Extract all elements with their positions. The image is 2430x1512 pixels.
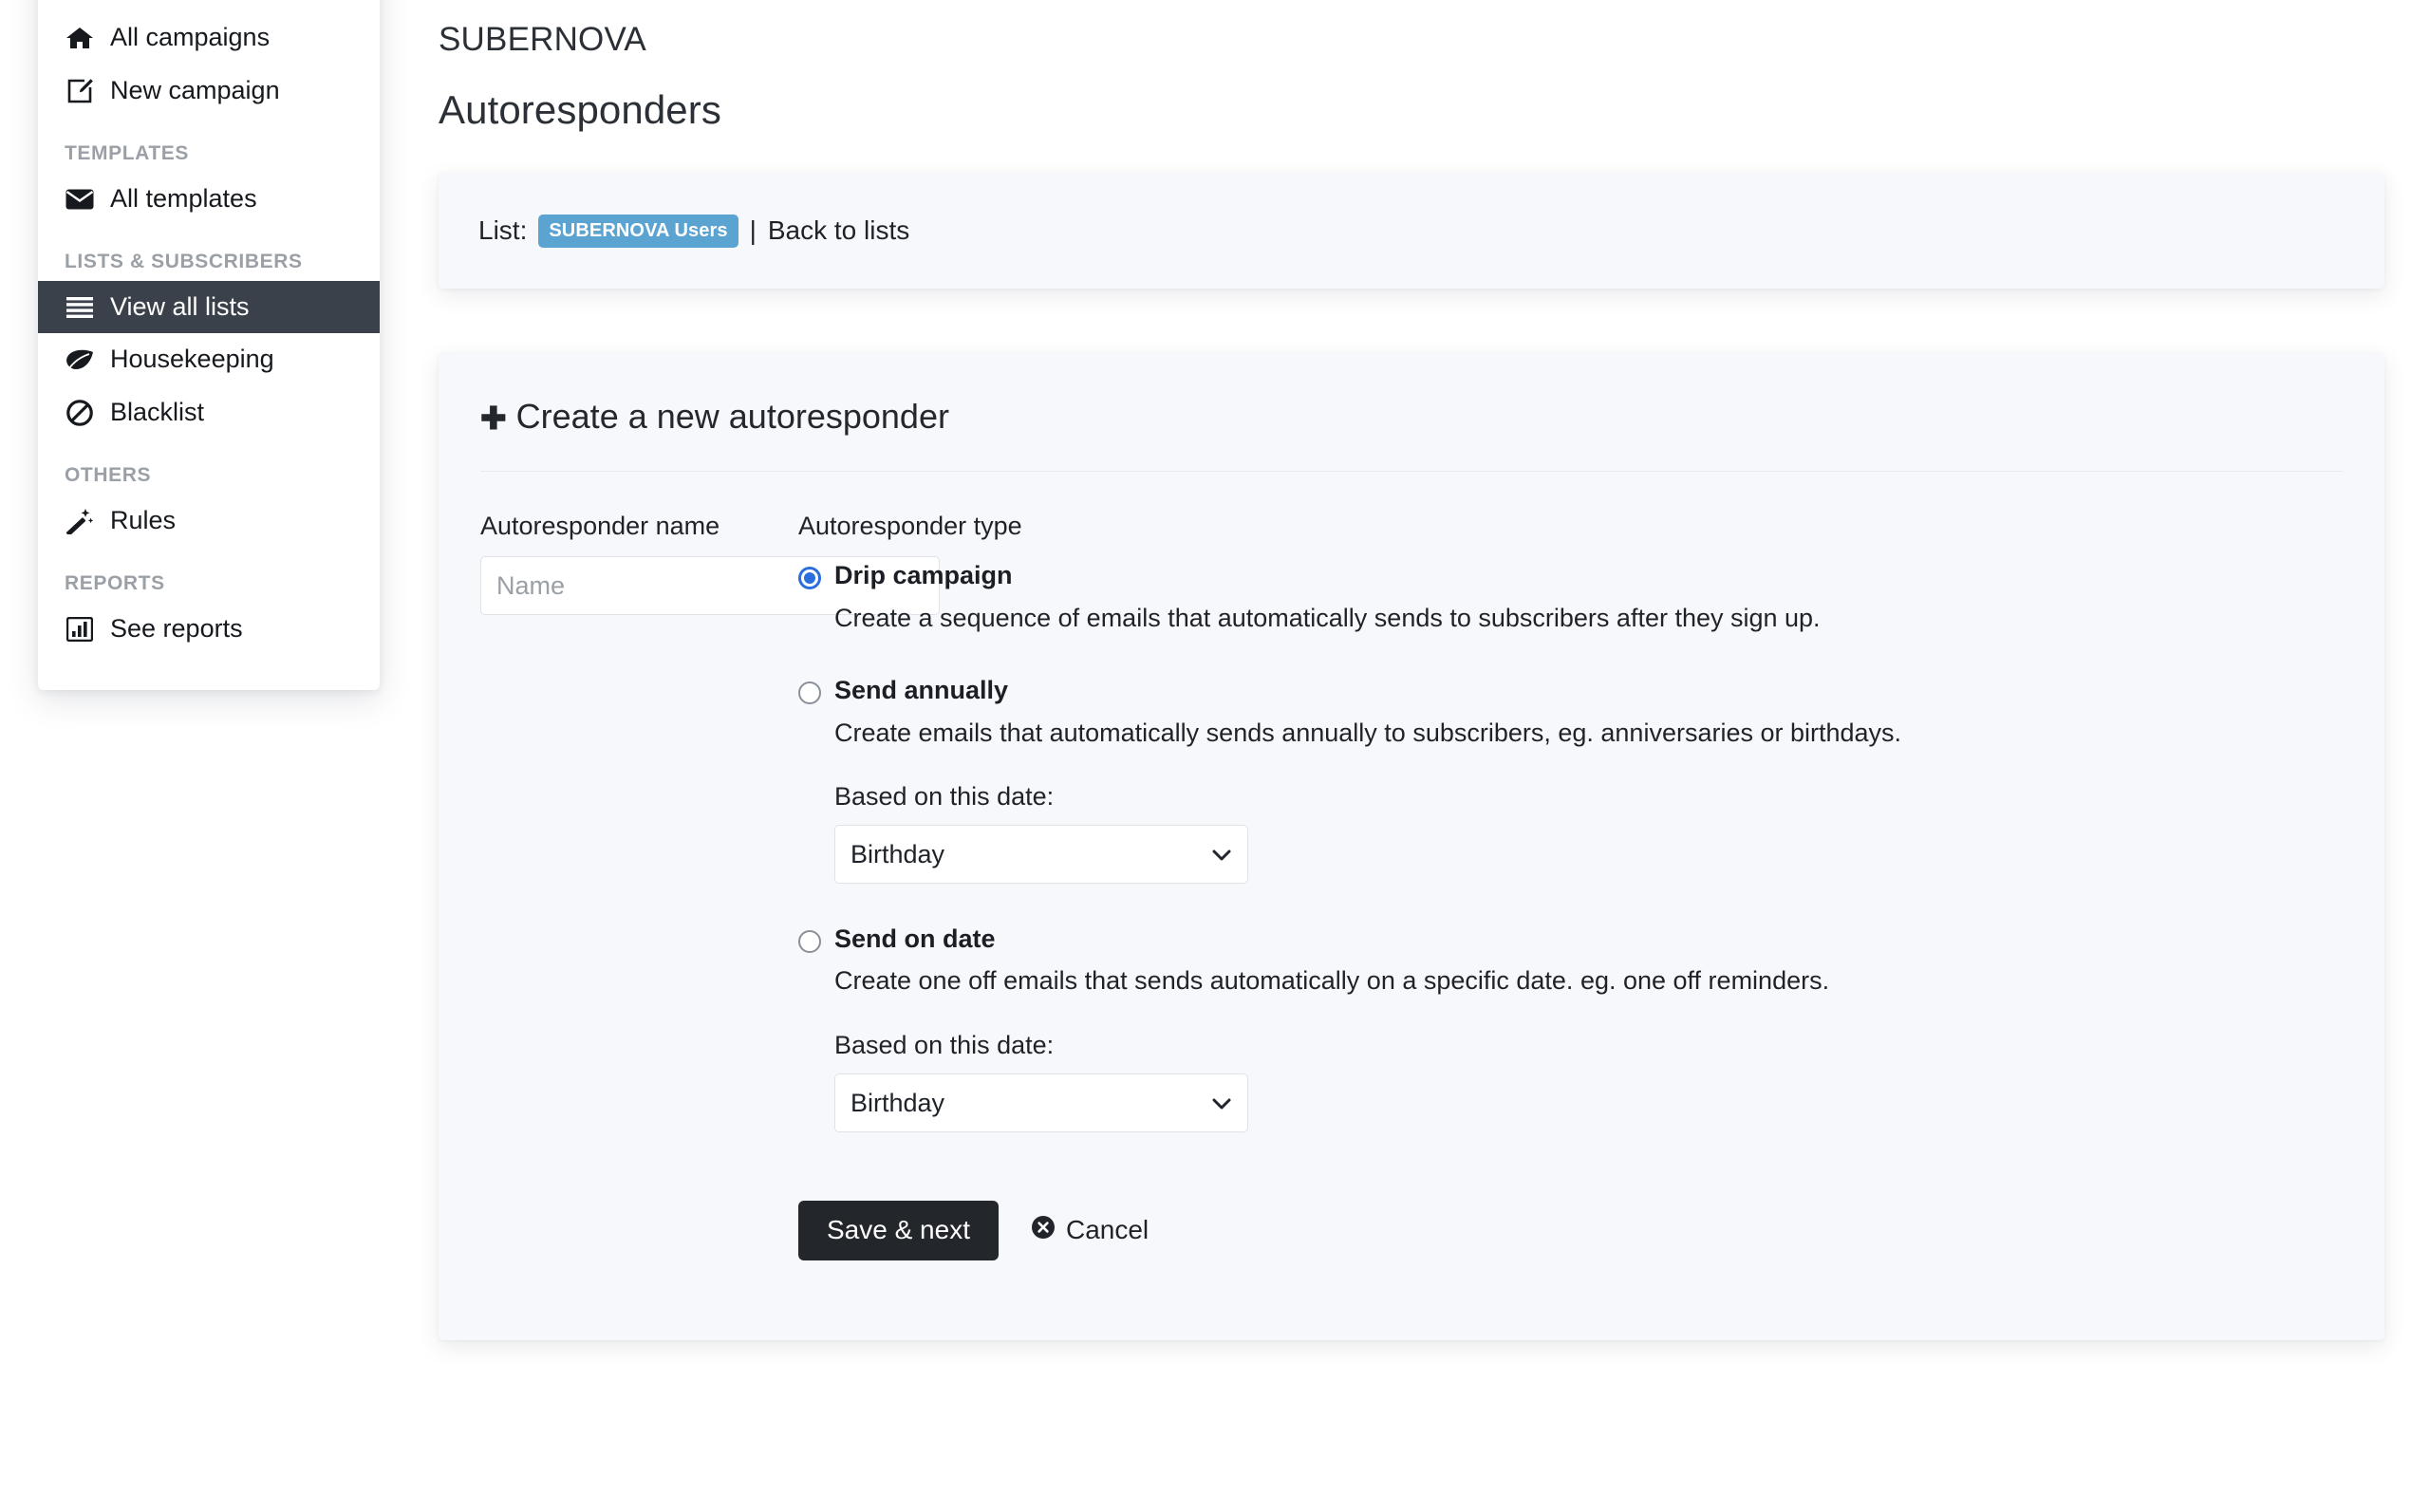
sidebar-heading-lists-subscribers: LISTS & SUBSCRIBERS: [65, 250, 303, 272]
sidebar-heading-templates: TEMPLATES: [65, 141, 190, 164]
page-title: Autoresponders: [439, 87, 721, 132]
create-autoresponder-heading: ✚ Create a new autoresponder: [480, 397, 2343, 437]
leaf-icon: [65, 345, 95, 374]
sidebar-section-others: OTHERS Rules: [38, 439, 380, 548]
save-and-next-button[interactable]: Save & next: [798, 1200, 999, 1260]
autoresponder-type-label: Autoresponder type: [798, 512, 1022, 540]
list-lines-icon: [65, 293, 95, 322]
separator: |: [749, 215, 757, 245]
edit-square-icon: [65, 77, 95, 105]
sidebar-item-label: New campaign: [110, 75, 280, 104]
option-description: Create one off emails that sends automat…: [834, 966, 1830, 996]
sidebar-item-see-reports[interactable]: See reports: [38, 603, 380, 656]
based-on-date-label: Based on this date:: [834, 781, 1055, 811]
sidebar-section-templates: TEMPLATES All templates: [38, 118, 380, 226]
based-on-date-label: Based on this date:: [834, 1030, 1055, 1059]
option-send-annually[interactable]: Send annually Create emails that automat…: [798, 675, 2343, 884]
magic-wand-icon: [65, 507, 95, 535]
option-title: Drip campaign: [834, 561, 1013, 589]
option-send-on-date[interactable]: Send on date Create one off emails that …: [798, 924, 2343, 1132]
sidebar-item-label: Rules: [110, 506, 177, 535]
home-icon: [65, 24, 95, 52]
create-autoresponder-card: ✚ Create a new autoresponder Autorespond…: [439, 353, 2384, 1340]
option-drip-campaign[interactable]: Drip campaign Create a sequence of email…: [798, 560, 2343, 635]
option-description: Create a sequence of emails that automat…: [834, 603, 1821, 632]
sidebar-heading-campaigns: CAMPAIGNS: [38, 0, 380, 11]
radio-send-annually[interactable]: [798, 681, 821, 704]
ban-icon: [65, 399, 95, 427]
cancel-label: Cancel: [1065, 1215, 1150, 1245]
sidebar-item-label: All templates: [110, 183, 257, 213]
sidebar-item-rules[interactable]: Rules: [38, 495, 380, 548]
plus-icon: ✚: [480, 400, 507, 436]
sidebar-item-label: See reports: [110, 614, 243, 644]
list-label: List:: [478, 215, 528, 245]
autoresponder-type-group: Autoresponder type Drip campaign Create …: [798, 512, 2343, 1260]
radio-drip-campaign[interactable]: [798, 567, 821, 589]
sidebar-item-label: Blacklist: [110, 398, 205, 427]
sidebar-section-reports: REPORTS See reports: [38, 548, 380, 656]
form-actions: Save & next Cancel: [798, 1200, 2343, 1260]
sidebar-item-label: Housekeeping: [110, 345, 274, 374]
sidebar-item-new-campaign[interactable]: New campaign: [38, 65, 380, 118]
sidebar-heading-others: OTHERS: [65, 464, 152, 487]
list-badge[interactable]: SUBERNOVA Users: [538, 214, 738, 248]
back-to-lists-link[interactable]: Back to lists: [768, 215, 909, 246]
sidebar-section-campaigns: CAMPAIGNS All campaigns New campaign: [38, 0, 380, 118]
bar-chart-icon: [65, 615, 95, 644]
sidebar-nav: CAMPAIGNS All campaigns New campaign TEM…: [38, 0, 380, 690]
envelope-icon: [65, 185, 95, 214]
name-field-group: Autoresponder name: [480, 512, 940, 1260]
autoresponder-name-label: Autoresponder name: [480, 512, 720, 540]
option-description: Create emails that automatically sends a…: [834, 718, 1902, 747]
sidebar-item-label: All campaigns: [110, 23, 271, 51]
list-context-bar: List: SUBERNOVA Users | Back to lists: [439, 173, 2384, 289]
radio-send-on-date[interactable]: [798, 929, 821, 953]
sidebar-heading-reports: REPORTS: [65, 572, 165, 595]
sidebar-item-all-templates[interactable]: All templates: [38, 173, 380, 226]
sidebar-item-blacklist[interactable]: Blacklist: [38, 386, 380, 439]
based-on-date-select-annually[interactable]: Birthday: [834, 824, 1248, 884]
cancel-button[interactable]: Cancel: [1031, 1215, 1149, 1246]
sidebar-item-view-all-lists[interactable]: View all lists: [38, 280, 380, 334]
close-circle-icon: [1031, 1215, 1056, 1246]
brand-title: SUBERNOVA: [439, 21, 646, 58]
based-on-date-select-on-date[interactable]: Birthday: [834, 1073, 1248, 1132]
sidebar-item-all-campaigns[interactable]: All campaigns: [38, 11, 380, 65]
section-divider: [480, 471, 2343, 472]
create-autoresponder-title: Create a new autoresponder: [515, 397, 949, 436]
main-content: SUBERNOVA Autoresponders List: SUBERNOVA…: [439, 0, 2384, 1340]
sidebar-section-lists: LISTS & SUBSCRIBERS View all lists House…: [38, 226, 380, 440]
sidebar-item-housekeeping[interactable]: Housekeeping: [38, 333, 380, 386]
option-title: Send annually: [834, 675, 1009, 704]
sidebar-item-label: View all lists: [110, 291, 250, 321]
option-title: Send on date: [834, 924, 996, 953]
